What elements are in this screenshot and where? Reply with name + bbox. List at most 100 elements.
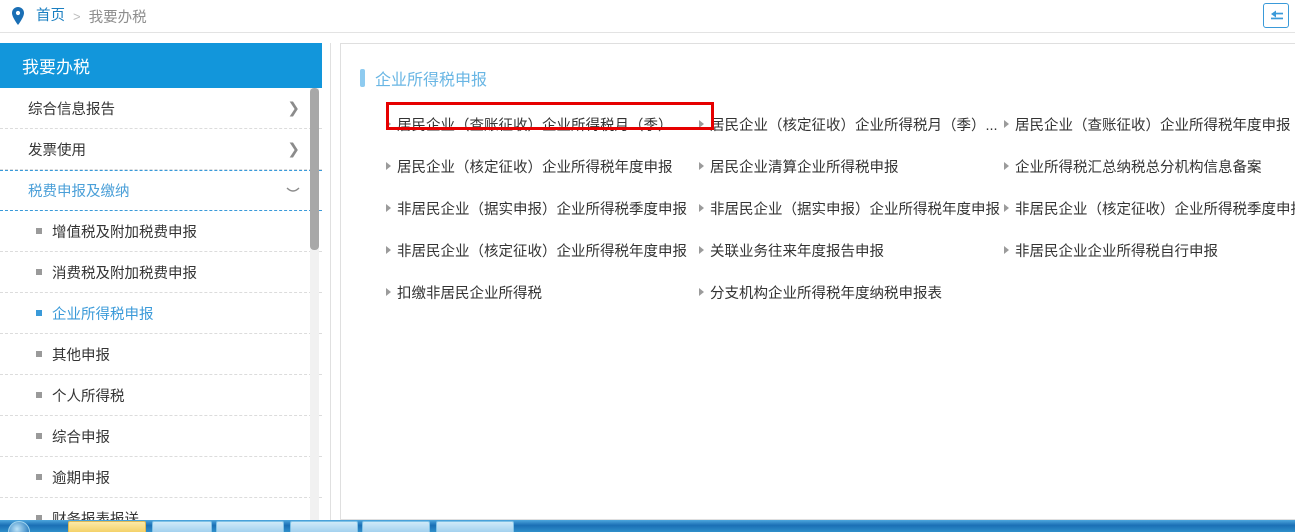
main-panel: 企业所得税申报 居民企业（查账征收）企业所得税月（季）... 居民企业（核定征收… xyxy=(340,43,1295,520)
link-cell[interactable]: 企业所得税汇总纳税总分机构信息备案 xyxy=(1004,156,1295,177)
link-cell[interactable]: 居民企业（核定征收）企业所得税月（季）... xyxy=(699,114,1004,135)
sidebar-item-label: 逾期申报 xyxy=(52,470,110,487)
link-related-party-annual-report[interactable]: 关联业务往来年度报告申报 xyxy=(710,240,884,261)
link-cell[interactable]: 非居民企业企业所得税自行申报 xyxy=(1004,240,1295,261)
link-branch-annual-return[interactable]: 分支机构企业所得税年度纳税申报表 xyxy=(710,282,942,303)
sidebar-item-tax-declaration-payment[interactable]: 税费申报及缴纳 xyxy=(0,170,322,211)
collapse-left-arrow-icon xyxy=(1270,10,1283,20)
link-cell[interactable]: 非居民企业（核定征收）企业所得税年度申报 xyxy=(386,240,699,261)
sidebar-item-label: 综合信息报告 xyxy=(28,101,115,118)
triangle-right-icon xyxy=(1004,246,1009,254)
sidebar-divider xyxy=(330,43,331,520)
taskbar-button[interactable] xyxy=(68,521,146,532)
triangle-right-icon xyxy=(1004,120,1009,128)
sidebar-item-label: 消费税及附加税费申报 xyxy=(52,265,197,282)
link-cell[interactable]: 居民企业清算企业所得税申报 xyxy=(699,156,1004,177)
triangle-right-icon xyxy=(699,120,704,128)
link-nonresident-assessed-annual[interactable]: 非居民企业（核定征收）企业所得税年度申报 xyxy=(397,240,687,261)
bullet-square-icon xyxy=(36,433,42,439)
link-resident-audit-monthly-quarterly[interactable]: 居民企业（查账征收）企业所得税月（季）... xyxy=(397,114,685,135)
sidebar-item-label: 税费申报及缴纳 xyxy=(28,184,130,200)
page-title-text: 企业所得税申报 xyxy=(375,72,488,89)
breadcrumb-current: 我要办税 xyxy=(88,9,147,26)
chevron-right-icon: ❯ xyxy=(287,140,300,158)
sidebar-item-label: 发票使用 xyxy=(28,142,86,159)
sidebar-item-label: 个人所得税 xyxy=(52,388,125,405)
link-row: 扣缴非居民企业所得税 分支机构企业所得税年度纳税申报表 xyxy=(386,271,1295,313)
bullet-square-icon xyxy=(36,392,42,398)
link-nonresident-actual-quarterly[interactable]: 非居民企业（据实申报）企业所得税季度申报 xyxy=(397,198,687,219)
sidebar-item-label: 增值税及附加税费申报 xyxy=(52,224,197,241)
taskbar-button[interactable] xyxy=(436,521,514,532)
breadcrumb-bar: 首页 > 我要办税 xyxy=(0,0,1295,33)
link-resident-liquidation[interactable]: 居民企业清算企业所得税申报 xyxy=(710,156,899,177)
link-cell[interactable]: 非居民企业（据实申报）企业所得税年度申报 xyxy=(699,198,1004,219)
link-cell[interactable]: 居民企业（查账征收）企业所得税年度申报 xyxy=(1004,114,1295,135)
sidebar-item-vat-surcharge-declaration[interactable]: 增值税及附加税费申报 xyxy=(0,211,322,252)
link-cell[interactable]: 非居民企业（据实申报）企业所得税季度申报 xyxy=(386,198,699,219)
link-cell[interactable]: 居民企业（核定征收）企业所得税年度申报 xyxy=(386,156,699,177)
bullet-square-icon xyxy=(36,474,42,480)
link-resident-assessed-monthly-quarterly[interactable]: 居民企业（核定征收）企业所得税月（季）... xyxy=(710,114,998,135)
title-accent-bar xyxy=(360,69,365,87)
taskbar-button[interactable] xyxy=(362,521,430,532)
chevron-down-icon xyxy=(286,187,300,192)
sidebar-item-comprehensive-declaration[interactable]: 综合申报 xyxy=(0,416,322,457)
sidebar-scrollbar-thumb[interactable] xyxy=(310,88,319,250)
sidebar-item-other-declaration[interactable]: 其他申报 xyxy=(0,334,322,375)
triangle-right-icon xyxy=(386,246,391,254)
link-resident-audit-annual[interactable]: 居民企业（查账征收）企业所得税年度申报 xyxy=(1015,114,1291,135)
bullet-square-icon xyxy=(36,310,42,316)
sidebar-item-corporate-income-tax-declaration[interactable]: 企业所得税申报 xyxy=(0,293,322,334)
location-pin-icon xyxy=(12,7,24,25)
bullet-square-icon xyxy=(36,351,42,357)
sidebar-item-label: 其他申报 xyxy=(52,347,110,364)
link-nonresident-actual-annual[interactable]: 非居民企业（据实申报）企业所得税年度申报 xyxy=(710,198,1000,219)
triangle-right-icon xyxy=(699,288,704,296)
breadcrumb-separator: > xyxy=(73,8,81,24)
triangle-right-icon xyxy=(386,120,391,128)
triangle-right-icon xyxy=(1004,162,1009,170)
link-cell[interactable]: 居民企业（查账征收）企业所得税月（季）... xyxy=(386,114,699,135)
sidebar-item-overdue-declaration[interactable]: 逾期申报 xyxy=(0,457,322,498)
link-cell[interactable]: 非居民企业（核定征收）企业所得税季度申报 xyxy=(1004,198,1295,219)
link-consolidated-branch-filing[interactable]: 企业所得税汇总纳税总分机构信息备案 xyxy=(1015,156,1262,177)
link-cell[interactable]: 扣缴非居民企业所得税 xyxy=(386,282,699,303)
triangle-right-icon xyxy=(386,204,391,212)
taskbar-button[interactable] xyxy=(216,521,284,532)
link-cell[interactable]: 分支机构企业所得税年度纳税申报表 xyxy=(699,282,1004,303)
sidebar-item-invoice-use[interactable]: 发票使用 ❯ xyxy=(0,129,322,170)
bullet-square-icon xyxy=(36,228,42,234)
triangle-right-icon xyxy=(1004,204,1009,212)
sidebar-header: 我要办税 xyxy=(0,43,322,88)
start-orb-icon[interactable] xyxy=(8,521,30,532)
sidebar-item-comprehensive-info-report[interactable]: 综合信息报告 ❯ xyxy=(0,88,322,129)
breadcrumb-home[interactable]: 首页 xyxy=(36,0,65,32)
triangle-right-icon xyxy=(699,246,704,254)
taskbar-button[interactable] xyxy=(290,521,358,532)
link-row: 非居民企业（核定征收）企业所得税年度申报 关联业务往来年度报告申报 非居民企业企… xyxy=(386,229,1295,271)
link-row: 居民企业（查账征收）企业所得税月（季）... 居民企业（核定征收）企业所得税月（… xyxy=(386,103,1295,145)
triangle-right-icon xyxy=(386,288,391,296)
sidebar: 我要办税 综合信息报告 ❯ 发票使用 ❯ 税费申报及缴纳 增值税及附加税费申报 … xyxy=(0,43,322,520)
link-row: 非居民企业（据实申报）企业所得税季度申报 非居民企业（据实申报）企业所得税年度申… xyxy=(386,187,1295,229)
link-row: 居民企业（核定征收）企业所得税年度申报 居民企业清算企业所得税申报 企业所得税汇… xyxy=(386,145,1295,187)
service-link-grid: 居民企业（查账征收）企业所得税月（季）... 居民企业（核定征收）企业所得税月（… xyxy=(386,103,1295,313)
sidebar-item-label: 企业所得税申报 xyxy=(52,306,154,323)
link-nonresident-assessed-quarterly[interactable]: 非居民企业（核定征收）企业所得税季度申报 xyxy=(1015,198,1295,219)
triangle-right-icon xyxy=(699,162,704,170)
sidebar-item-label: 财务报表报送 xyxy=(52,511,139,521)
sidebar-item-individual-income-tax[interactable]: 个人所得税 xyxy=(0,375,322,416)
link-withholding-nonresident[interactable]: 扣缴非居民企业所得税 xyxy=(397,282,542,303)
taskbar-button[interactable] xyxy=(152,521,212,532)
link-nonresident-self-filing[interactable]: 非居民企业企业所得税自行申报 xyxy=(1015,240,1218,261)
sidebar-item-consumption-tax-declaration[interactable]: 消费税及附加税费申报 xyxy=(0,252,322,293)
sidebar-item-label: 综合申报 xyxy=(52,429,110,446)
link-cell[interactable]: 关联业务往来年度报告申报 xyxy=(699,240,1004,261)
page-title: 企业所得税申报 xyxy=(360,66,487,90)
triangle-right-icon xyxy=(386,162,391,170)
windows-taskbar xyxy=(0,520,1295,532)
collapse-panel-button[interactable] xyxy=(1263,3,1289,28)
link-resident-assessed-annual[interactable]: 居民企业（核定征收）企业所得税年度申报 xyxy=(397,156,673,177)
sidebar-item-financial-statement-submission[interactable]: 财务报表报送 xyxy=(0,498,322,520)
